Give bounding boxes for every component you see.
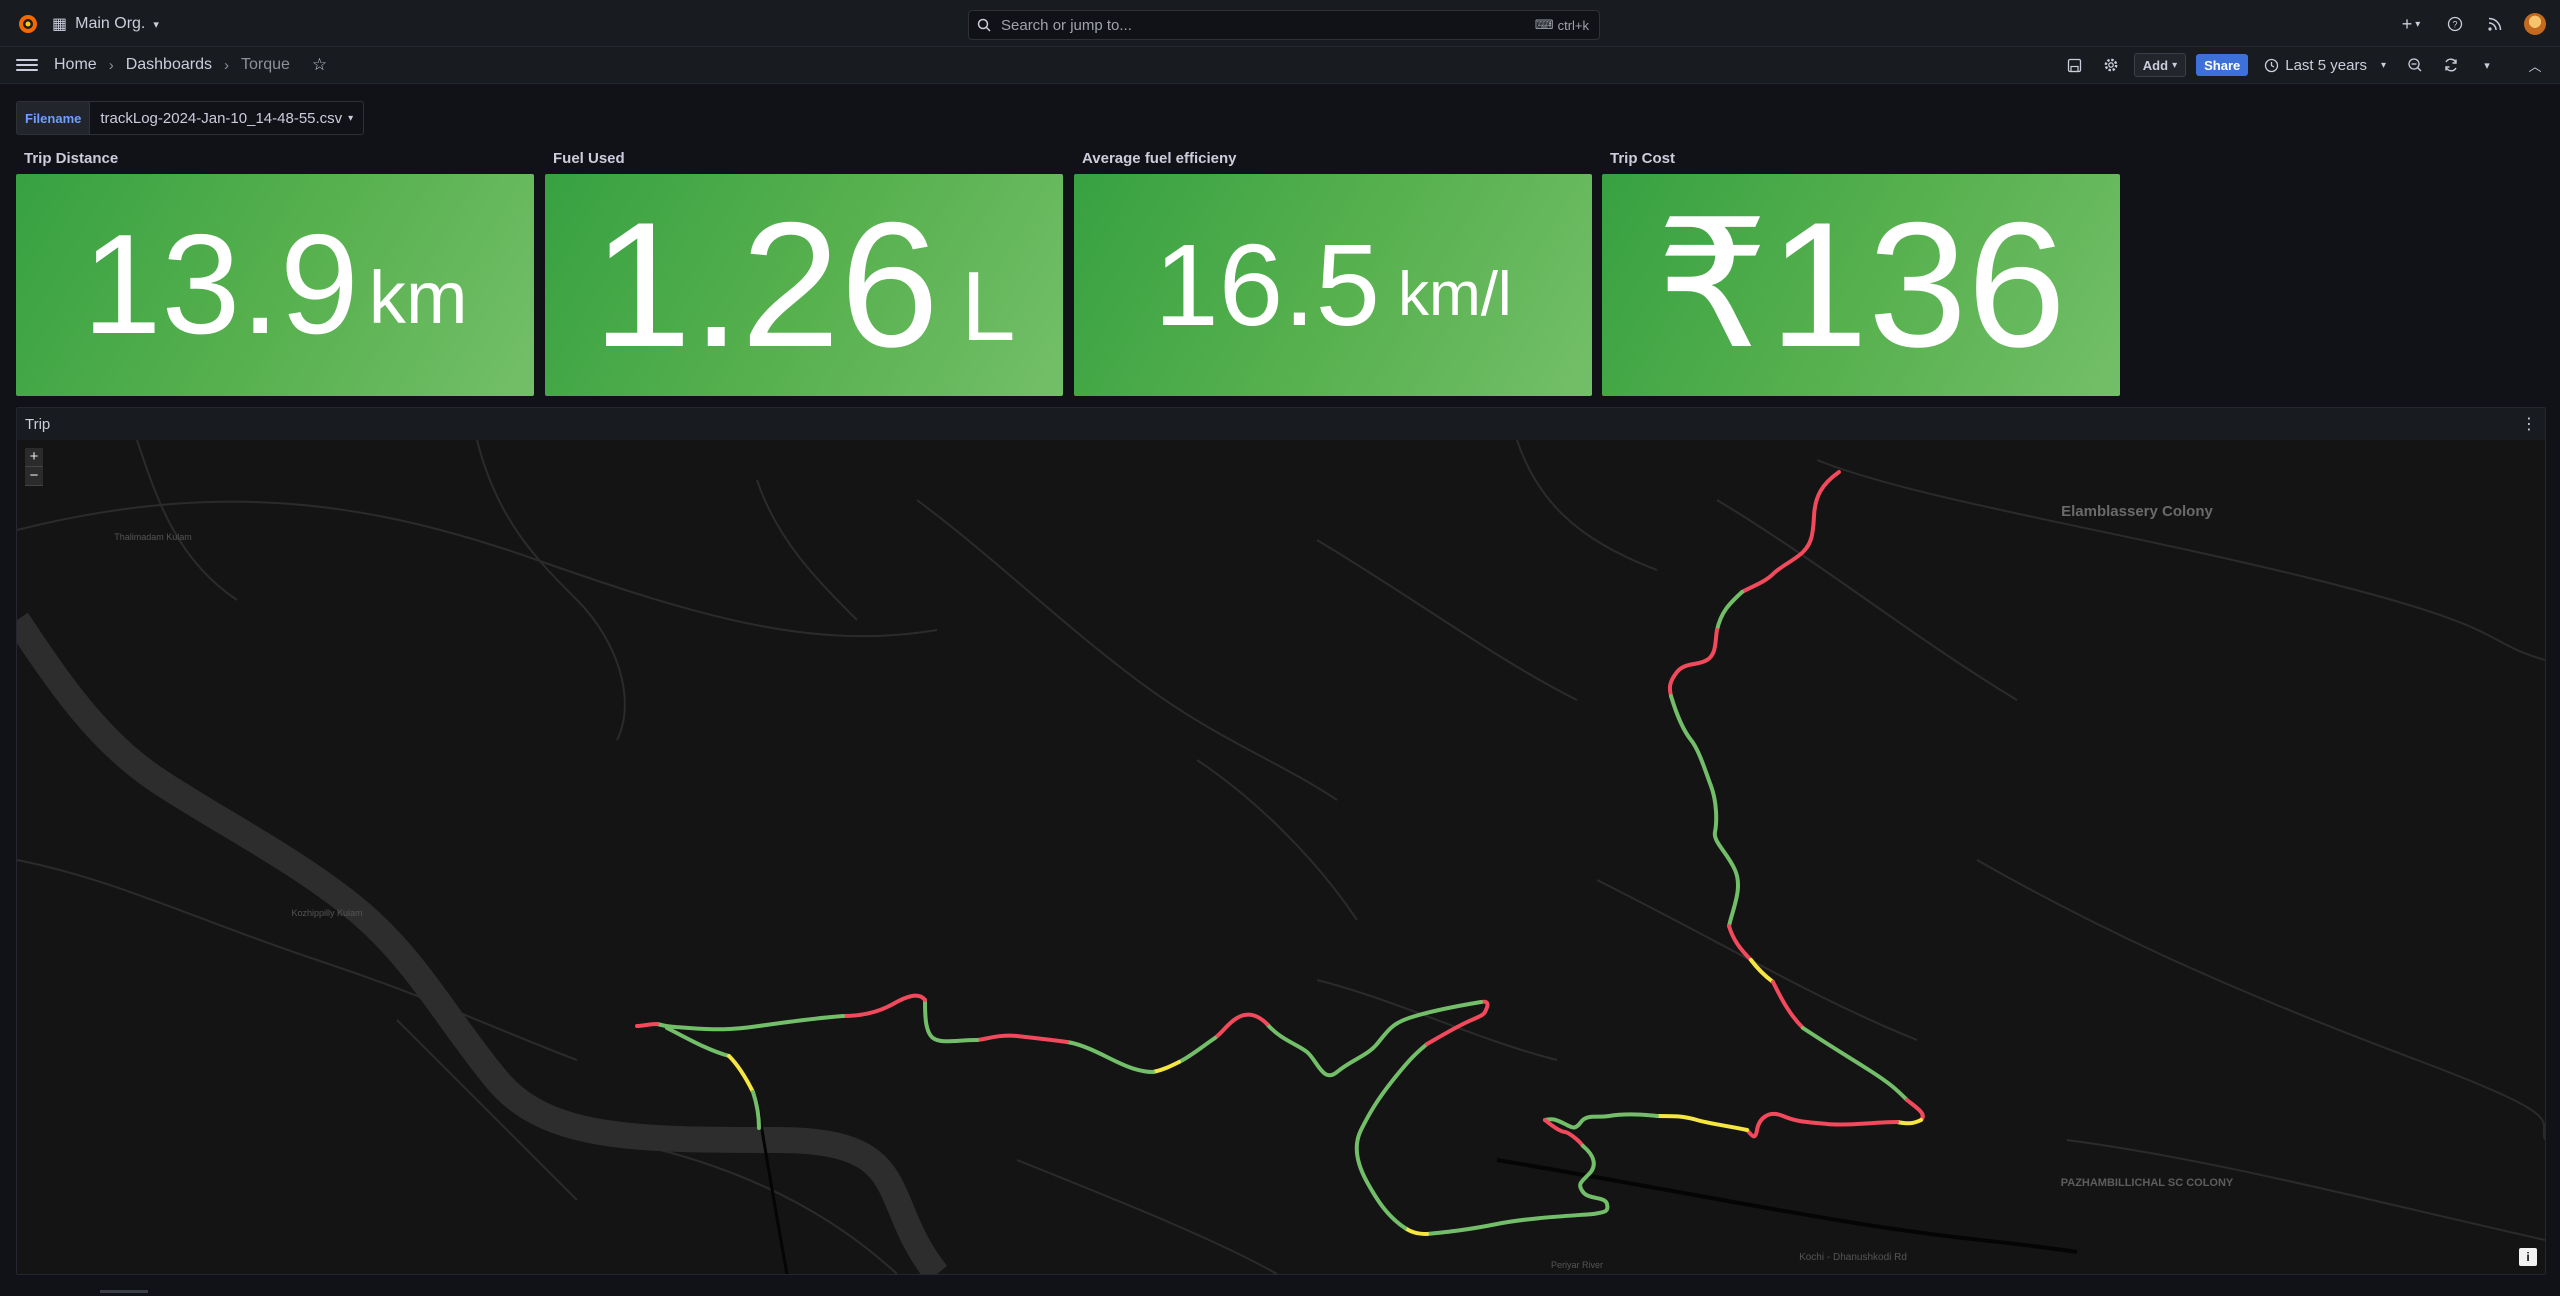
search-placeholder: Search or jump to...	[1001, 16, 1132, 34]
map-zoom-controls: + −	[25, 448, 43, 486]
grafana-logo-icon[interactable]	[16, 12, 40, 36]
breadcrumb: Home › Dashboards › Torque ☆	[54, 55, 327, 75]
stat-value: 1.26	[592, 185, 939, 384]
filename-select[interactable]: trackLog-2024-Jan-10_14-48-55.csv ▾	[90, 101, 365, 135]
map-attribution-button[interactable]: i	[2519, 1248, 2537, 1266]
zoom-out-icon	[2408, 58, 2422, 72]
breadcrumb-home[interactable]: Home	[54, 56, 97, 74]
svg-text:?: ?	[2452, 20, 2457, 30]
news-button[interactable]	[2482, 11, 2508, 37]
chevron-down-icon: ▾	[2415, 18, 2421, 30]
breadcrumb-dashboards[interactable]: Dashboards	[126, 56, 212, 74]
dashboard-settings-button[interactable]	[2098, 52, 2124, 78]
map-label: Kozhippilly Kulam	[291, 908, 362, 918]
chevron-down-icon: ▾	[2172, 59, 2178, 71]
zoom-out-time-button[interactable]	[2402, 52, 2428, 78]
panel-title: Trip	[25, 416, 51, 433]
chevron-down-icon: ▾	[153, 18, 159, 31]
stat-value-box: ₹136	[1602, 174, 2120, 396]
panel-average-fuel-efficiency: Average fuel efficieny 16.5 km/l	[1074, 148, 1592, 398]
chevron-right-icon: ›	[223, 56, 229, 74]
river-shape	[17, 612, 948, 1274]
search-icon	[977, 18, 991, 32]
more-vertical-icon: ⋮	[2521, 416, 2537, 433]
chevron-right-icon: ›	[108, 56, 114, 74]
chevron-up-icon: ︿	[2528, 58, 2542, 74]
building-icon: ▦	[52, 16, 68, 33]
panel-trip-distance: Trip Distance 13.9 km	[16, 148, 534, 398]
refresh-interval-dropdown[interactable]: ▾	[2474, 52, 2500, 78]
org-switcher[interactable]: ▦ Main Org. ▾	[52, 13, 159, 35]
save-icon	[2068, 58, 2082, 72]
time-range-picker[interactable]: Last 5 years ▾	[2258, 57, 2392, 74]
stat-value-box: 16.5 km/l	[1074, 174, 1592, 396]
map-label: Elamblassery Colony	[2061, 503, 2213, 520]
trip-route	[635, 470, 1925, 1236]
map-roads	[17, 439, 2545, 1274]
map-view[interactable]: Elamblassery Colony PAZHAMBILLICHAL SC C…	[17, 439, 2545, 1274]
chevron-down-icon: ▾	[2380, 59, 2386, 71]
filename-value: trackLog-2024-Jan-10_14-48-55.csv	[100, 109, 343, 127]
plus-icon: +	[2401, 13, 2413, 34]
refresh-button[interactable]	[2438, 52, 2464, 78]
rss-icon	[2488, 17, 2502, 31]
stat-value-box: 13.9 km	[16, 174, 534, 396]
add-label: Add	[2142, 57, 2169, 73]
panel-trip-cost: Trip Cost ₹136	[1602, 148, 2120, 398]
bottom-scroll-indicator	[100, 1290, 148, 1293]
highway-line	[1496, 1158, 2078, 1254]
clock-icon	[2265, 58, 2279, 72]
new-menu-button[interactable]: + ▾	[2394, 11, 2428, 37]
profile-button[interactable]	[2522, 11, 2548, 37]
panel-fuel-used: Fuel Used 1.26 L	[545, 148, 1063, 398]
zoom-in-button[interactable]: +	[25, 448, 43, 467]
panel-trip-map: Trip ⋮ Elamblassery Colony PAZHAMBILLICH…	[16, 407, 2546, 1275]
stat-value: 13.9	[82, 205, 359, 364]
search-shortcut: ctrl+k	[1557, 17, 1589, 33]
save-dashboard-button[interactable]	[2062, 52, 2088, 78]
stat-unit: km	[368, 256, 468, 339]
variable-label: Filename	[16, 101, 91, 135]
stat-value: ₹136	[1655, 185, 2067, 384]
map-label: Thalimadam Kulam	[114, 532, 192, 542]
stat-unit: L	[960, 251, 1016, 361]
keyboard-icon: ⌨	[1534, 17, 1554, 32]
top-bar: ▦ Main Org. ▾ Search or jump to... ⌨ ctr…	[0, 0, 2560, 47]
panel-title: Fuel Used	[553, 150, 625, 167]
chevron-down-icon: ▾	[2484, 59, 2490, 72]
chevron-down-icon: ▾	[348, 112, 354, 124]
star-icon[interactable]: ☆	[312, 55, 327, 75]
help-button[interactable]: ?	[2442, 11, 2468, 37]
map-label: PAZHAMBILLICHAL SC COLONY	[2061, 1177, 2234, 1189]
help-icon: ?	[2447, 16, 2463, 32]
add-button[interactable]: Add ▾	[2133, 53, 2187, 77]
stat-value: 16.5	[1154, 220, 1381, 350]
map-label: Periyar River	[1551, 1260, 1603, 1270]
stat-value-box: 1.26 L	[545, 174, 1063, 396]
panel-title: Trip Distance	[24, 150, 119, 167]
panel-menu-button[interactable]: ⋮	[2519, 414, 2539, 434]
map-label: Kochi - Dhanushkodi Rd	[1799, 1252, 1907, 1263]
stat-unit: km/l	[1398, 260, 1512, 329]
map-canvas[interactable]: Elamblassery Colony PAZHAMBILLICHAL SC C…	[17, 439, 2545, 1274]
refresh-icon	[2445, 58, 2457, 72]
share-button[interactable]: Share	[2196, 54, 2249, 76]
org-name: Main Org.	[75, 15, 146, 32]
dashboard-nav-bar: Home › Dashboards › Torque ☆ Add ▾ Share	[0, 47, 2560, 84]
avatar	[2524, 13, 2546, 35]
breadcrumb-current: Torque	[240, 56, 290, 73]
panel-title: Average fuel efficieny	[1082, 150, 1237, 167]
time-range-label: Last 5 years	[2285, 56, 2367, 74]
panel-title: Trip Cost	[1610, 150, 1676, 167]
variable-filename: Filename trackLog-2024-Jan-10_14-48-55.c…	[16, 101, 365, 135]
zoom-out-button[interactable]: −	[25, 467, 43, 486]
gear-icon	[2104, 58, 2118, 72]
search-input[interactable]: Search or jump to... ⌨ ctrl+k	[968, 10, 1600, 40]
collapse-nav-button[interactable]: ︿	[2522, 52, 2548, 78]
menu-toggle-button[interactable]	[16, 56, 38, 74]
